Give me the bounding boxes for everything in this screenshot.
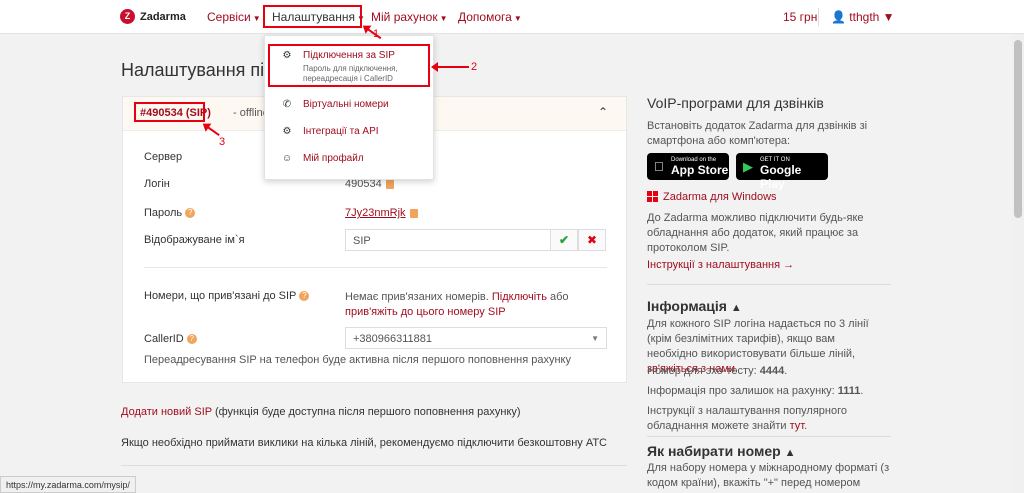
display-name-input[interactable]: SIP: [345, 229, 551, 251]
info-heading[interactable]: Інформація ▲: [647, 298, 742, 314]
display-name-label: Відображуване ім`я: [144, 234, 245, 246]
google-play-button[interactable]: ▶ GET IT ON Google Play: [736, 153, 828, 191]
chevron-down-icon: ▼: [252, 14, 261, 23]
add-sip-row: Додати новий SIP (функція буде доступна …: [121, 406, 521, 418]
highlight-settings: [263, 5, 362, 28]
user-menu[interactable]: 👤 tthgth ▼: [831, 10, 895, 24]
annotation-number-1: 1: [373, 28, 380, 40]
save-button[interactable]: ✔: [550, 229, 578, 251]
dial-text: Для набору номера у міжнародному форматі…: [647, 462, 890, 489]
forward-note: Переадресування SIP на телефон буде акти…: [144, 354, 571, 366]
chevron-up-icon: ▲: [784, 447, 796, 459]
top-navigation-bar: Z Zadarma Сервіси ▼ Налаштування ▼ Мій рах…: [0, 0, 1024, 34]
user-icon: ☺: [281, 153, 293, 164]
dropdown-item-integrations[interactable]: ⚙ Інтеграції та API: [281, 126, 379, 137]
divider: [144, 267, 607, 268]
chevron-up-icon: ▲: [730, 302, 742, 314]
nav-services[interactable]: Сервіси ▼: [207, 10, 261, 24]
scrollbar-thumb[interactable]: [1014, 40, 1022, 218]
here-link[interactable]: тут: [790, 420, 804, 432]
echo-test-text: Номер для эхо-тесту: 4444.: [647, 365, 788, 377]
copy-icon[interactable]: [409, 208, 418, 218]
integration-icon: ⚙: [282, 126, 292, 137]
browser-status-bar: https://my.zadarma.com/mysip/: [0, 476, 136, 493]
setup-text: Інструкції з налаштування популярного об…: [647, 405, 848, 432]
dropdown-item-profile[interactable]: ☺ Мій профайл: [281, 153, 364, 164]
connect-link[interactable]: Підключіть: [492, 291, 547, 303]
server-label: Сервер: [144, 151, 183, 163]
chevron-up-icon[interactable]: ⌃: [598, 105, 608, 119]
chevron-down-icon: ▼: [439, 14, 448, 23]
annotation-number-3: 3: [219, 136, 226, 148]
voip-apps-heading: VoIP-програми для дзвінків: [647, 95, 824, 111]
password-label: Пароль?: [144, 207, 196, 219]
phone-icon: ✆: [282, 99, 292, 110]
zadarma-logo[interactable]: Z Zadarma: [120, 9, 186, 24]
annotation-number-2: 2: [471, 61, 478, 73]
divider: [121, 465, 627, 466]
zadarma-logo-icon: Z: [120, 9, 135, 24]
divider: [647, 284, 891, 285]
chevron-down-icon: ▼: [591, 334, 599, 343]
nav-divider: [818, 8, 819, 26]
logo-text: Zadarma: [140, 10, 186, 23]
nav-my-account[interactable]: Мій рахунок ▼: [371, 10, 448, 24]
nav-help[interactable]: Допомога ▼: [458, 10, 522, 24]
help-icon[interactable]: ?: [186, 334, 197, 345]
instructions-link[interactable]: Інструкції з налаштування →: [647, 259, 794, 271]
page-title: Налаштування під: [121, 60, 275, 80]
help-icon[interactable]: ?: [299, 291, 310, 302]
divider: [647, 436, 891, 437]
balance-info-text: Інформація про залишок на рахунку: 1111.: [647, 385, 864, 397]
highlight-sip-id: [134, 102, 205, 122]
help-icon[interactable]: ?: [185, 208, 196, 219]
dial-heading[interactable]: Як набирати номер ▲: [647, 443, 795, 459]
windows-app-link[interactable]: Zadarma для Windows: [663, 191, 777, 203]
annotation-arrow-2: [431, 62, 469, 72]
user-icon: 👤: [831, 10, 846, 24]
add-sip-link[interactable]: Додати новий SIP: [121, 406, 212, 418]
play-icon: ▶: [743, 159, 753, 174]
password-value: 7Jy23nmRjk: [345, 207, 418, 219]
windows-icon: [647, 191, 658, 202]
bind-number-link[interactable]: прив'яжіть до цього номеру SIP: [345, 306, 506, 318]
callerid-select[interactable]: +380966311881 ▼: [345, 327, 607, 349]
copy-icon[interactable]: [385, 179, 394, 189]
chevron-down-icon: ▼: [513, 14, 522, 23]
voip-apps-text: Встановіть додаток Zadarma для дзвінків …: [647, 120, 868, 147]
login-label: Логін: [144, 178, 170, 190]
apple-icon: : [654, 159, 664, 174]
dropdown-item-virtual-numbers[interactable]: ✆ Віртуальні номери: [281, 99, 389, 110]
cancel-button[interactable]: ✖: [578, 229, 606, 251]
highlight-sip-item: [268, 44, 430, 87]
device-text: До Zadarma можливо підключити будь-яке о…: [647, 212, 864, 254]
linked-numbers-text: Немає прив'язаних номерів. Підключіть аб…: [345, 291, 569, 318]
account-balance[interactable]: 15 грн: [783, 10, 817, 24]
app-store-button[interactable]:  Download on the App Store: [647, 153, 729, 180]
callerid-label: CallerID?: [144, 333, 197, 345]
chevron-down-icon: ▼: [879, 10, 895, 24]
multi-line-note: Якщо необхідно приймати виклики на кільк…: [121, 437, 608, 449]
arrow-right-icon: →: [783, 259, 795, 271]
linked-numbers-label: Номери, що прив'язані до SIP?: [144, 290, 310, 302]
